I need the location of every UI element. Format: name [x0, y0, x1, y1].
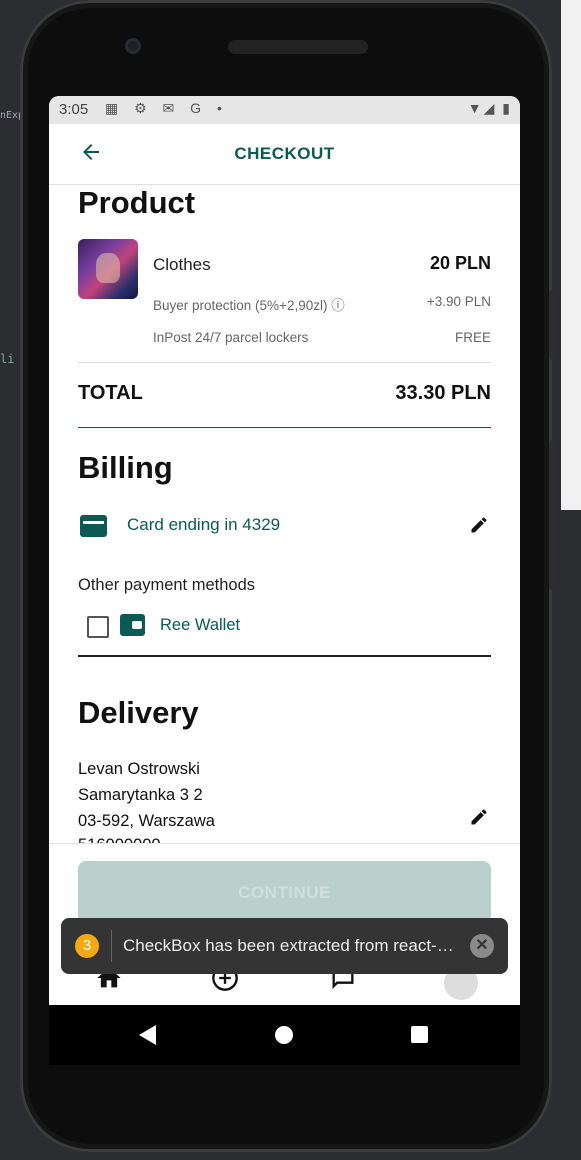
buyer-protection-value: +3.90 PLN — [426, 294, 491, 309]
checkout-scroll-content[interactable]: Product Clothes 20 PLN Buyer protection … — [49, 185, 520, 843]
status-signal-battery-icons: ▼◢ ▮ — [467, 100, 512, 116]
nav-home-icon[interactable] — [275, 1026, 293, 1044]
ide-code-fragment: li — [0, 352, 15, 366]
delivery-heading: Delivery — [78, 695, 199, 730]
total-value: 33.30 PLN — [395, 382, 491, 404]
divider — [78, 427, 491, 428]
ide-tab-fragment: nExp — [0, 110, 25, 121]
other-payment-methods-label: Other payment methods — [78, 576, 256, 594]
total-label: TOTAL — [78, 382, 143, 404]
nav-back-icon[interactable] — [139, 1025, 156, 1045]
shipping-value: FREE — [454, 330, 491, 345]
product-price: 20 PLN — [429, 253, 491, 273]
continue-button[interactable]: CONTINUE — [78, 861, 491, 923]
pencil-icon[interactable] — [469, 807, 489, 833]
wallet-icon — [120, 614, 145, 636]
product-heading: Product — [78, 185, 196, 220]
buyer-protection-label[interactable]: Buyer protection (5%+2,90zl) ⓘ — [153, 294, 345, 314]
delivery-name: Levan Ostrowski — [78, 760, 200, 778]
toast-count-badge: 3 — [75, 934, 99, 958]
product-thumbnail — [78, 239, 138, 299]
credit-card-icon — [80, 515, 107, 537]
delivery-street: Samarytanka 3 2 — [78, 786, 203, 804]
warning-toast[interactable]: 3 CheckBox has been extracted from react… — [61, 918, 508, 974]
pencil-icon[interactable] — [469, 515, 489, 541]
phone-camera — [125, 38, 141, 54]
billing-heading: Billing — [78, 450, 173, 485]
wallet-label[interactable]: Ree Wallet — [160, 616, 240, 635]
page-title: CHECKOUT — [234, 144, 335, 163]
wallet-checkbox[interactable] — [87, 616, 109, 638]
phone-speaker — [228, 40, 368, 54]
divider — [78, 655, 491, 657]
delivery-city: 03-592, Warszawa — [78, 812, 215, 830]
ide-side-panel — [561, 0, 581, 510]
toast-message: CheckBox has been extracted from react-n… — [123, 936, 463, 955]
divider — [78, 362, 491, 363]
status-time: 3:05 — [59, 101, 89, 118]
card-label[interactable]: Card ending in 4329 — [127, 515, 280, 535]
close-icon[interactable]: ✕ — [470, 934, 494, 958]
toast-separator — [111, 930, 112, 962]
nav-recents-icon[interactable] — [411, 1026, 428, 1043]
android-nav-bar — [49, 1005, 520, 1065]
product-name: Clothes — [153, 255, 211, 274]
delivery-phone: 516000000 — [78, 836, 161, 843]
shipping-label: InPost 24/7 parcel lockers — [153, 330, 309, 345]
status-notification-icons: ▦ ⚙ ✉ G • — [105, 100, 228, 116]
status-bar: 3:05 ▦ ⚙ ✉ G • ▼◢ ▮ — [49, 96, 520, 124]
phone-volume-button — [549, 440, 555, 590]
app-screen: 3:05 ▦ ⚙ ✉ G • ▼◢ ▮ CHECKOUT Product Clo… — [49, 96, 520, 1005]
app-bar: CHECKOUT — [49, 124, 520, 185]
phone-side-button — [549, 290, 555, 360]
